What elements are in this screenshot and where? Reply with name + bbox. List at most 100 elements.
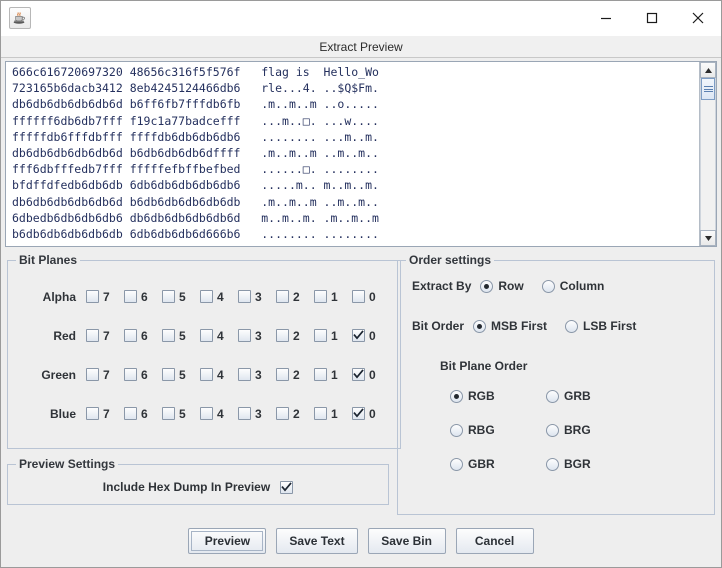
checkbox-red-bit-3[interactable] — [238, 329, 251, 342]
checkbox-green-bit-6[interactable] — [124, 368, 137, 381]
radio-label: BGR — [564, 457, 591, 471]
checkbox-green-bit-3[interactable] — [238, 368, 251, 381]
scrollbar-thumb[interactable] — [701, 78, 715, 100]
extract-preview-textarea[interactable]: 666c616720697320 48656c316f5f576f flag i… — [5, 61, 717, 247]
preview-vertical-scrollbar[interactable] — [699, 62, 716, 246]
radio-button-icon[interactable] — [546, 457, 559, 471]
bit-cell-blue-4: 4 — [200, 407, 238, 421]
extract-by-option-row[interactable]: Row — [480, 279, 524, 293]
radio-button-icon[interactable] — [546, 389, 559, 403]
bit-cell-blue-6: 6 — [124, 407, 162, 421]
hex-dump-text[interactable]: 666c616720697320 48656c316f5f576f flag i… — [6, 62, 699, 246]
bit-plane-channel-label: Alpha — [42, 289, 76, 304]
radio-button-icon[interactable] — [546, 423, 559, 437]
order-settings-legend: Order settings — [409, 253, 492, 267]
checkbox-blue-bit-6[interactable] — [124, 407, 137, 420]
checkbox-green-bit-0[interactable] — [352, 368, 365, 381]
extract-by-radio-group: Row Column — [480, 279, 622, 293]
bit-plane-channel-label: Green — [41, 367, 76, 382]
scroll-down-icon[interactable] — [700, 230, 716, 246]
radio-label: Column — [559, 279, 605, 293]
scrollbar-track[interactable] — [700, 78, 716, 230]
close-button[interactable] — [675, 1, 721, 35]
checkbox-blue-bit-7[interactable] — [86, 407, 99, 420]
hex-dump-line: 723165b6dacb3412 8eb4245124466db6 rle...… — [12, 81, 379, 96]
bit-plane-order-option-gbr[interactable]: GBR — [450, 457, 528, 471]
radio-label: RBG — [468, 423, 495, 437]
save-text-button[interactable]: Save Text — [276, 528, 358, 554]
radio-label: BRG — [564, 423, 591, 437]
bit-number-label: 7 — [103, 328, 110, 343]
java-coffee-cup-icon — [9, 7, 31, 29]
checkbox-red-bit-1[interactable] — [314, 329, 327, 342]
checkbox-alpha-bit-4[interactable] — [200, 290, 213, 303]
bit-cell-green-6: 6 — [124, 368, 162, 382]
bit-order-option-lsb-first[interactable]: LSB First — [565, 319, 636, 333]
checkbox-green-bit-1[interactable] — [314, 368, 327, 381]
checkbox-green-bit-7[interactable] — [86, 368, 99, 381]
checkbox-alpha-bit-7[interactable] — [86, 290, 99, 303]
preview-settings-group: Preview Settings Include Hex Dump In Pre… — [7, 457, 389, 505]
checkbox-blue-bit-0[interactable] — [352, 407, 365, 420]
radio-button-icon[interactable] — [473, 319, 487, 333]
hex-dump-line: ffffff6db6db7fff f19c1a77badcefff ...m..… — [12, 113, 379, 128]
bit-order-row: Bit Order MSB First LSB First — [412, 319, 704, 333]
save-bin-button[interactable]: Save Bin — [367, 528, 446, 554]
bit-number-label: 5 — [179, 367, 186, 382]
bit-plane-row-green: Green 7 6 5 4 3 2 1 0 — [12, 355, 390, 394]
checkbox-red-bit-7[interactable] — [86, 329, 99, 342]
checkbox-alpha-bit-6[interactable] — [124, 290, 137, 303]
maximize-button[interactable] — [629, 1, 675, 35]
checkbox-blue-bit-2[interactable] — [276, 407, 289, 420]
hex-dump-line: fffffdb6fffdbfff ffffdb6db6db6db6 ......… — [12, 129, 379, 144]
checkbox-green-bit-4[interactable] — [200, 368, 213, 381]
bit-number-label: 6 — [141, 367, 148, 382]
preview-button[interactable]: Preview — [188, 528, 267, 554]
minimize-button[interactable] — [583, 1, 629, 35]
bit-cell-blue-5: 5 — [162, 407, 200, 421]
radio-button-icon[interactable] — [450, 457, 463, 471]
bit-cell-green-5: 5 — [162, 368, 200, 382]
bit-plane-row-blue: Blue 7 6 5 4 3 2 1 0 — [12, 394, 390, 433]
bit-plane-order-option-rgb[interactable]: RGB — [450, 389, 528, 403]
radio-button-icon[interactable] — [480, 279, 494, 293]
cancel-button[interactable]: Cancel — [455, 528, 534, 554]
bit-plane-order-option-grb[interactable]: GRB — [546, 389, 624, 403]
bit-plane-order-option-rbg[interactable]: RBG — [450, 423, 528, 437]
bit-number-label: 4 — [217, 406, 224, 421]
radio-button-icon[interactable] — [541, 279, 555, 293]
checkbox-green-bit-5[interactable] — [162, 368, 175, 381]
radio-button-icon[interactable] — [450, 423, 463, 437]
checkbox-alpha-bit-2[interactable] — [276, 290, 289, 303]
hex-dump-line: fff6dbfffedb7fff fffffefbffbefbed ......… — [12, 162, 379, 177]
checkbox-alpha-bit-1[interactable] — [314, 290, 327, 303]
radio-button-icon[interactable] — [565, 319, 579, 333]
checkbox-alpha-bit-3[interactable] — [238, 290, 251, 303]
checkbox-red-bit-4[interactable] — [200, 329, 213, 342]
checkbox-alpha-bit-5[interactable] — [162, 290, 175, 303]
bit-plane-order-option-bgr[interactable]: BGR — [546, 457, 624, 471]
bit-cell-green-7: 7 — [86, 368, 124, 382]
bit-number-label: 5 — [179, 289, 186, 304]
checkbox-red-bit-0[interactable] — [352, 329, 365, 342]
checkbox-blue-bit-5[interactable] — [162, 407, 175, 420]
bit-plane-order-radio-group: RGB GRB RBG BRG GBR BGR — [450, 389, 704, 471]
checkbox-red-bit-6[interactable] — [124, 329, 137, 342]
bit-order-option-msb-first[interactable]: MSB First — [473, 319, 547, 333]
left-column: Bit Planes Alpha 7 6 5 4 3 2 1 0 Red 7 6 5 4 3 2 1 0 Green… — [7, 253, 401, 515]
checkbox-red-bit-2[interactable] — [276, 329, 289, 342]
checkbox-alpha-bit-0[interactable] — [352, 290, 365, 303]
bit-plane-order-option-brg[interactable]: BRG — [546, 423, 624, 437]
checkbox-blue-bit-3[interactable] — [238, 407, 251, 420]
extract-by-option-column[interactable]: Column — [541, 279, 605, 293]
radio-button-icon[interactable] — [450, 389, 463, 403]
bit-number-label: 4 — [217, 328, 224, 343]
include-hex-dump-checkbox[interactable] — [280, 480, 294, 494]
checkbox-blue-bit-1[interactable] — [314, 407, 327, 420]
bit-cell-red-7: 7 — [86, 329, 124, 343]
scroll-up-icon[interactable] — [700, 62, 716, 78]
hex-dump-line: 6dbedb6db6db6db6 db6db6db6db6db6d m..m..… — [12, 210, 379, 225]
checkbox-red-bit-5[interactable] — [162, 329, 175, 342]
checkbox-blue-bit-4[interactable] — [200, 407, 213, 420]
checkbox-green-bit-2[interactable] — [276, 368, 289, 381]
